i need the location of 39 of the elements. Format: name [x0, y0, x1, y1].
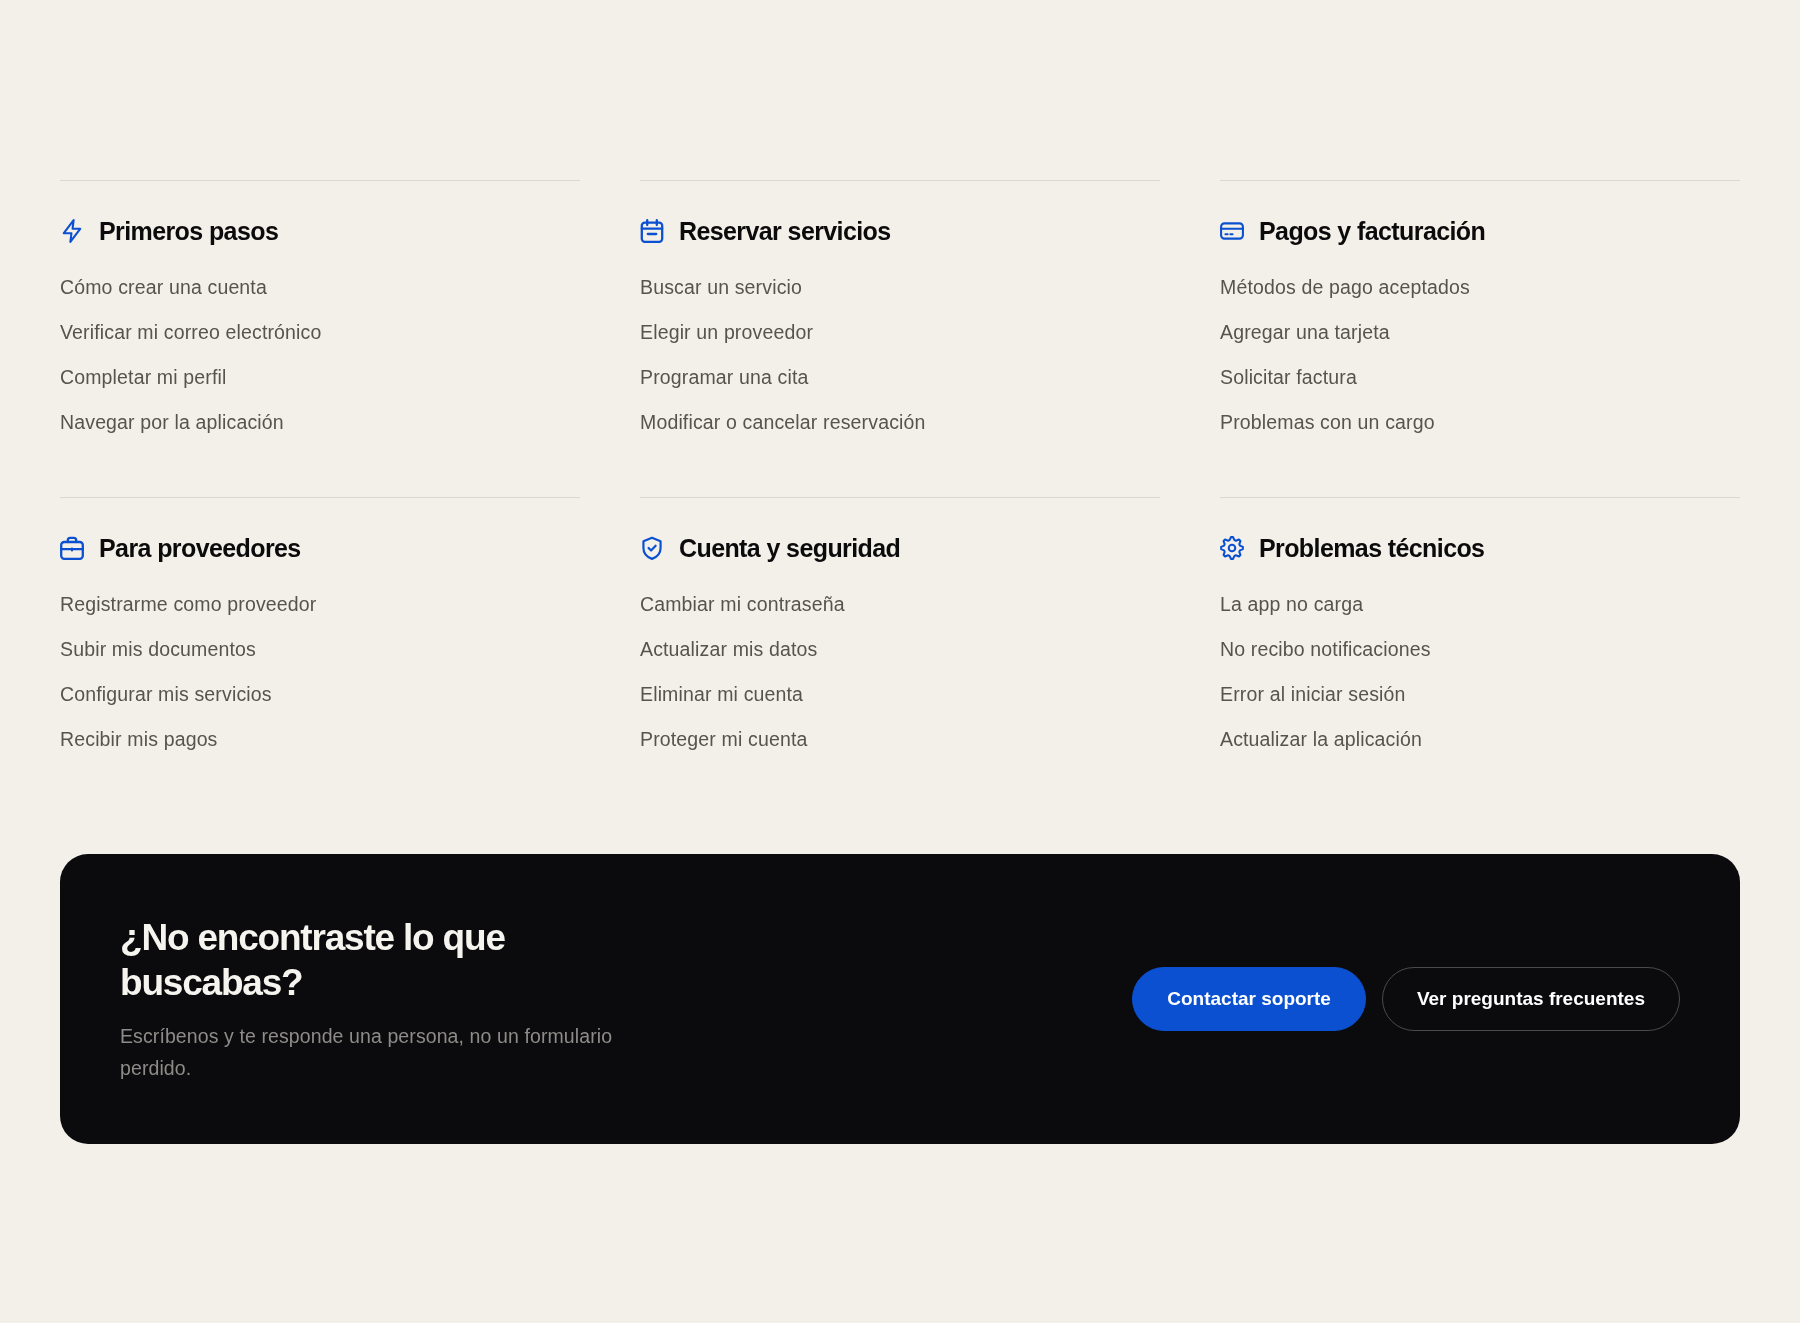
help-article-link[interactable]: Verificar mi correo electrónico [60, 310, 322, 355]
credit-card-icon [1220, 219, 1244, 243]
help-article-link[interactable]: Solicitar factura [1220, 355, 1357, 400]
help-article-link[interactable]: Cómo crear una cuenta [60, 265, 267, 310]
contact-support-button[interactable]: Contactar soporte [1132, 967, 1366, 1031]
help-article-link[interactable]: Recibir mis pagos [60, 717, 218, 762]
category-heading: Primeros pasos [99, 217, 279, 245]
help-article-link[interactable]: Eliminar mi cuenta [640, 672, 804, 717]
help-article-link[interactable]: Actualizar mis datos [640, 627, 818, 672]
help-article-link[interactable]: Agregar una tarjeta [1220, 310, 1390, 355]
briefcase-icon [60, 536, 84, 560]
help-article-link[interactable]: Subir mis documentos [60, 627, 256, 672]
help-article-link[interactable]: Actualizar la aplicación [1220, 717, 1422, 762]
category-heading: Para proveedores [99, 534, 301, 562]
help-article-link[interactable]: Proteger mi cuenta [640, 717, 808, 762]
help-article-link[interactable]: Métodos de pago aceptados [1220, 265, 1470, 310]
gear-icon [1220, 536, 1244, 560]
help-article-link[interactable]: Programar una cita [640, 355, 809, 400]
cta-description: Escríbenos y te responde una persona, no un formulario perdido. [120, 1023, 614, 1081]
help-article-link[interactable]: Navegar por la aplicación [60, 400, 284, 445]
help-article-link[interactable]: Registrarme como proveedor [60, 582, 317, 627]
shield-check-icon [640, 536, 664, 560]
help-article-link[interactable]: Configurar mis servicios [60, 672, 272, 717]
help-article-link[interactable]: La app no carga [1220, 582, 1364, 627]
category-heading: Cuenta y seguridad [679, 534, 901, 562]
category-heading: Pagos y facturación [1259, 217, 1486, 245]
category-heading: Reservar servicios [679, 217, 891, 245]
calendar-icon [640, 219, 664, 243]
help-article-link[interactable]: Cambiar mi contraseña [640, 582, 845, 627]
help-article-link[interactable]: No recibo notificaciones [1220, 627, 1431, 672]
category-heading: Problemas técnicos [1259, 534, 1485, 562]
help-article-link[interactable]: Error al iniciar sesión [1220, 672, 1406, 717]
lightning-icon [60, 219, 84, 243]
help-article-link[interactable]: Elegir un proveedor [640, 310, 814, 355]
help-article-link[interactable]: Problemas con un cargo [1220, 400, 1435, 445]
help-article-link[interactable]: Buscar un servicio [640, 265, 802, 310]
cta-heading: ¿No encontraste lo que buscabas? [120, 915, 506, 1005]
help-article-link[interactable]: Modificar o cancelar reservación [640, 400, 926, 445]
help-article-link[interactable]: Completar mi perfil [60, 355, 227, 400]
